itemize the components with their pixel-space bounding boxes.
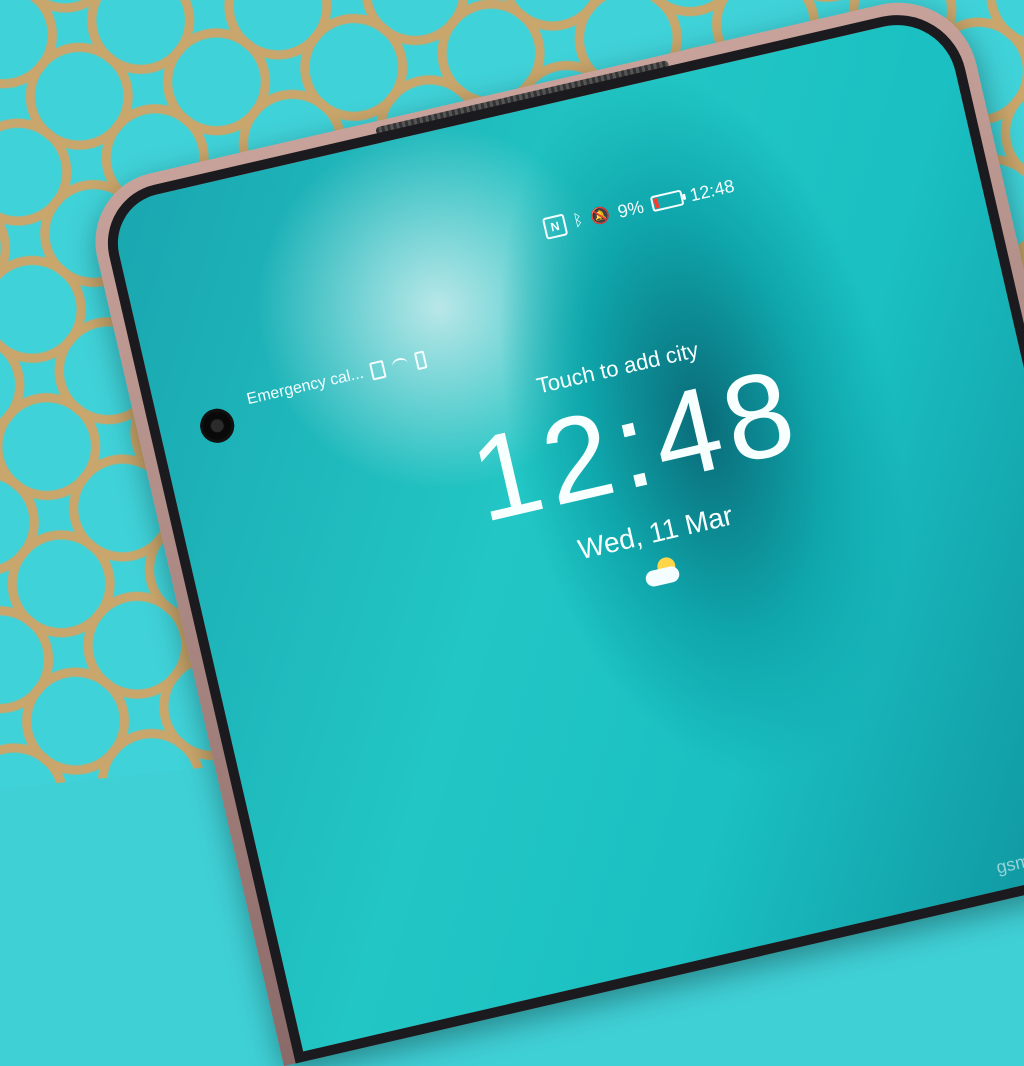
phone-body: Emergency cal... N ᛒ 🔕 9% 12:48 Touch to… xyxy=(81,0,1024,1066)
emergency-call-label: Emergency cal... xyxy=(245,364,366,409)
bell-off-icon: 🔕 xyxy=(588,206,613,228)
lock-screen[interactable]: Emergency cal... N ᛒ 🔕 9% 12:48 Touch to… xyxy=(95,1,1024,1064)
front-camera xyxy=(196,405,238,447)
nfc-icon: N xyxy=(541,213,569,240)
sim-icon xyxy=(369,359,387,381)
status-bar-left: Emergency cal... xyxy=(245,350,428,409)
bluetooth-icon: ᛒ xyxy=(571,211,585,231)
status-time: 12:48 xyxy=(687,175,737,205)
watermark: gsmarena.com xyxy=(994,831,1024,878)
partly-cloudy-icon xyxy=(642,554,688,592)
battery-mini-icon xyxy=(413,350,428,371)
wifi-icon xyxy=(391,356,410,374)
cloud-icon xyxy=(644,564,681,589)
status-bar-right: N ᛒ 🔕 9% 12:48 xyxy=(541,175,737,240)
battery-icon xyxy=(649,189,685,213)
battery-percent: 9% xyxy=(615,196,646,222)
lock-content: Touch to add city 12:48 Wed, 11 Mar xyxy=(439,315,843,628)
